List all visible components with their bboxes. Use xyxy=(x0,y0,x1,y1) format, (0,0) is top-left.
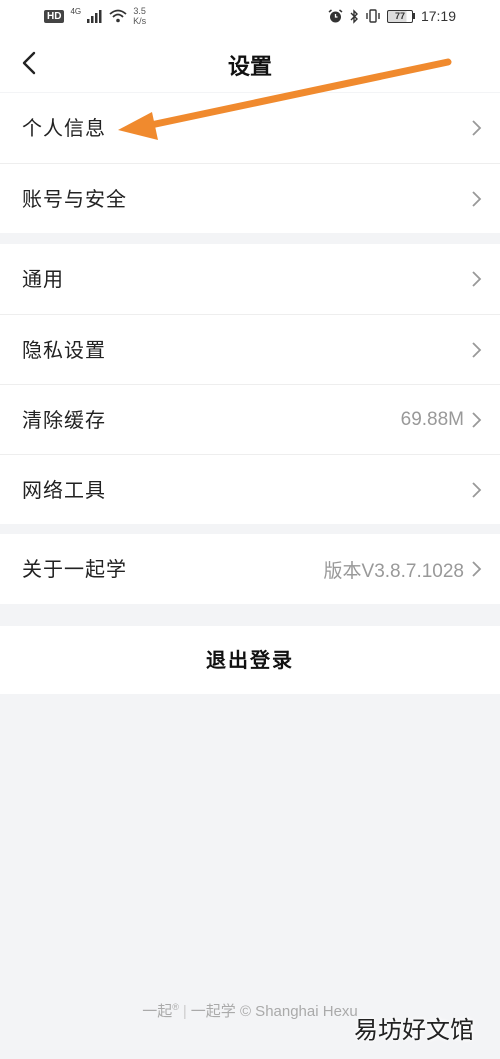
status-bar: HD 4G 3.5 K/s 77 17:19 xyxy=(0,0,500,34)
signal-icon xyxy=(87,9,102,23)
battery-icon: 77 xyxy=(386,9,415,23)
nav-bar: 设置 xyxy=(0,34,500,92)
chevron-right-icon xyxy=(472,561,482,577)
row-label: 账号与安全 xyxy=(22,187,127,211)
row-label: 关于一起学 xyxy=(22,557,127,581)
status-left: HD 4G 3.5 K/s xyxy=(44,6,146,26)
speed-unit: K/s xyxy=(133,16,147,26)
row-label: 个人信息 xyxy=(22,116,106,140)
alarm-icon xyxy=(328,8,343,22)
watermark: 易坊好文馆 xyxy=(354,1016,474,1044)
wifi-icon xyxy=(109,9,127,23)
row-about[interactable]: 关于一起学 版本V3.8.7.1028 xyxy=(0,534,500,604)
row-general[interactable]: 通用 xyxy=(0,244,500,314)
row-account-security[interactable]: 账号与安全 xyxy=(0,163,500,233)
chevron-right-icon xyxy=(472,271,482,287)
status-right: 77 17:19 xyxy=(328,8,456,24)
row-label: 清除缓存 xyxy=(22,408,106,432)
row-personal-info[interactable]: 个人信息 xyxy=(0,93,500,163)
logout-button[interactable]: 退出登录 xyxy=(0,626,500,694)
row-label: 通用 xyxy=(22,267,64,291)
chevron-right-icon xyxy=(472,412,482,428)
battery-level: 77 xyxy=(386,9,413,23)
cache-size: 69.88M xyxy=(400,409,464,430)
chevron-right-icon xyxy=(472,342,482,358)
footer-reg: ® xyxy=(172,1002,179,1012)
version-text: 版本V3.8.7.1028 xyxy=(323,560,464,582)
footer-brand: 一起 xyxy=(142,1003,173,1020)
settings-group-account: 个人信息 账号与安全 xyxy=(0,93,500,233)
row-network-tools[interactable]: 网络工具 xyxy=(0,454,500,524)
row-label: 隐私设置 xyxy=(22,338,106,362)
row-clear-cache[interactable]: 清除缓存 69.88M xyxy=(0,384,500,454)
network-speed: 3.5 K/s xyxy=(133,6,146,26)
vibrate-icon xyxy=(366,9,380,23)
row-privacy-settings[interactable]: 隐私设置 xyxy=(0,314,500,384)
chevron-right-icon xyxy=(472,191,482,207)
hd-badge: HD xyxy=(44,9,65,23)
footer-separator: | xyxy=(182,1003,187,1020)
bluetooth-icon xyxy=(350,8,358,24)
page-title: 设置 xyxy=(227,55,272,80)
settings-group-general: 通用 隐私设置 清除缓存 69.88M 网络工具 xyxy=(0,244,500,524)
footer-text: 一起学 © Shanghai Hexu xyxy=(190,1003,358,1020)
status-time: 17:19 xyxy=(420,8,456,24)
speed-value: 3.5 xyxy=(133,6,146,16)
chevron-right-icon xyxy=(472,120,482,136)
chevron-right-icon xyxy=(472,482,482,498)
settings-group-about: 关于一起学 版本V3.8.7.1028 xyxy=(0,534,500,604)
network-type: 4G xyxy=(70,6,82,16)
row-label: 网络工具 xyxy=(22,478,106,502)
